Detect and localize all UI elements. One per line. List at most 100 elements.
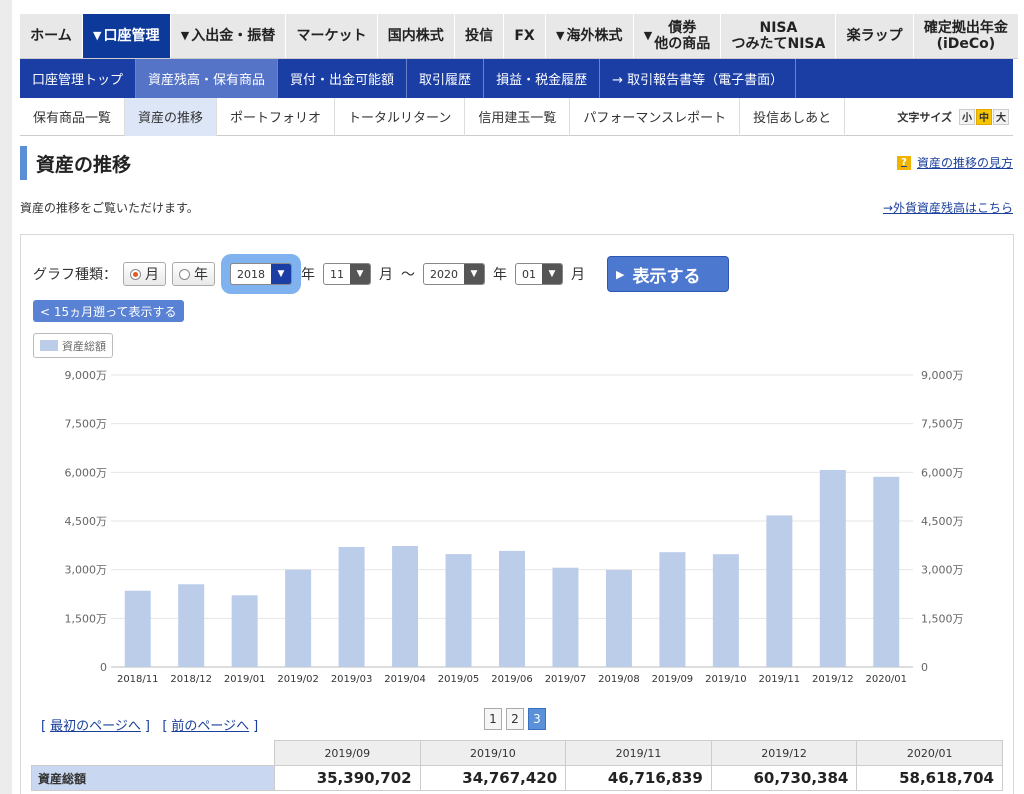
sub-nav-item-3[interactable]: 取引履歴 [407,59,485,98]
x-tick-label: 2019/11 [759,674,801,685]
main-nav-item-1[interactable]: ▼ 口座管理 [81,14,170,58]
triangle-down-icon: ▼ [93,29,102,42]
chevron-down-icon: ▼ [271,264,291,284]
chevron-down-icon: ▼ [542,264,562,284]
main-nav-item-4[interactable]: 国内株式 [376,14,454,58]
tab-6[interactable]: 投信あしあと [740,97,846,136]
show-button-label: 表示する [632,266,701,287]
x-tick-label: 2019/04 [384,674,426,685]
main-nav-item-8[interactable]: ▼ 債券 他の商品 [632,14,721,58]
y-tick-label-left: 0 [100,661,107,674]
page-description: 資産の推移をご覧いただけます。 [20,201,199,215]
main-nav-item-2[interactable]: ▼ 入出金・振替 [169,14,286,58]
help-link-label: 資産の推移の見方 [916,156,1013,170]
y-tick-label-left: 3,000万 [65,564,108,577]
to-year-unit: 年 [493,267,507,283]
tab-2[interactable]: ポートフォリオ [217,97,336,136]
first-page-link[interactable]: 最初のページへ [50,719,141,734]
main-nav-label: ホーム [30,28,72,44]
sub-nav-item-0[interactable]: 口座管理トップ [20,59,137,98]
to-month-unit: 月 [571,267,585,283]
main-nav-label: 投信 [465,28,494,44]
font-size-medium-button[interactable]: 中 [976,108,992,125]
to-year-value: 2020 [430,267,458,281]
main-nav-item-0[interactable]: ホーム [20,14,82,58]
main-nav-item-5[interactable]: 投信 [453,14,503,58]
main-nav-label: FX [514,28,535,44]
left-margin [0,0,12,794]
back-15-months-button[interactable]: < 15ヵ月遡って表示する [33,300,184,322]
show-button[interactable]: ▶ 表示する [607,256,729,292]
y-tick-label-right: 1,500万 [921,612,964,625]
table-row-label: 資産総額 [31,765,275,791]
bar-2019/05 [445,554,472,667]
bar-2019/09 [659,552,686,667]
y-tick-label-right: 9,000万 [921,369,964,382]
tab-0[interactable]: 保有商品一覧 [20,97,126,136]
bar-2019/07 [552,567,579,667]
main-nav-label: 海外株式 [566,28,623,44]
tab-bar: 保有商品一覧 資産の推移 ポートフォリオ トータルリターン 信用建玉一覧 パフォーマンスレ… [20,97,1013,136]
prev-page-link[interactable]: 前のページへ [171,719,249,734]
y-tick-label-right: 6,000万 [921,466,964,479]
main-nav-item-6[interactable]: FX [503,14,545,58]
y-tick-label-right: 0 [921,661,928,674]
y-tick-label-left: 9,000万 [65,369,108,382]
page-2-button[interactable]: 2 [506,708,524,730]
triangle-down-icon: ▼ [643,29,653,42]
page-3-button[interactable]: 3 [528,708,546,730]
sub-nav-item-1[interactable]: 資産残高・保有商品 [136,59,279,98]
chevron-down-icon: ▼ [350,264,370,284]
main-nav-label: 債券 他の商品 [654,20,711,52]
from-year-select[interactable]: 2018 ▼ [230,263,292,285]
sub-nav-item-5[interactable]: → 取引報告書等（電子書面） [600,59,797,98]
main-nav-item-10[interactable]: 楽ラップ [835,14,912,58]
sub-nav-item-2[interactable]: 買付・出金可能額 [278,59,408,98]
radio-month[interactable]: 月 [123,262,166,286]
to-month-value: 01 [522,267,536,281]
bracket-open: [ [41,719,47,734]
tab-1[interactable]: 資産の推移 [125,97,218,136]
table-column-header: 2019/12 [710,740,858,766]
foreign-currency-link[interactable]: →外貨資産残高はこちら [883,199,1013,216]
legend-label: 資産総額 [62,339,106,353]
tab-3[interactable]: トータルリターン [335,97,466,136]
bar-2019/12 [819,469,846,667]
font-size-small-button[interactable]: 小 [959,108,975,125]
font-size-large-button[interactable]: 大 [993,108,1009,125]
tab-5[interactable]: パフォーマンスレポート [570,97,741,136]
page-1-button[interactable]: 1 [484,708,502,730]
asset-table: 2019/09 2019/10 2019/11 2019/12 2020/01 資産総額 3… [31,740,1003,791]
from-year-unit: 年 [301,267,315,283]
x-tick-label: 2020/01 [865,674,907,685]
sub-nav-item-4[interactable]: 損益・税金履歴 [484,59,601,98]
table-cell: 34,767,420 [419,765,567,791]
bar-2019/02 [285,569,312,667]
x-tick-label: 2019/01 [224,674,266,685]
bar-2019/01 [231,595,258,667]
table-cell: 35,390,702 [274,765,421,791]
y-tick-label-left: 6,000万 [65,466,108,479]
main-nav-item-3[interactable]: マーケット [285,14,376,58]
from-month-select[interactable]: 11 ▼ [323,263,371,285]
font-size-control: 文字サイズ 小 中 大 [897,108,1013,125]
to-month-select[interactable]: 01 ▼ [515,263,563,285]
main-nav-item-7[interactable]: ▼ 海外株式 [544,14,633,58]
main-nav-item-11[interactable]: 確定拠出年金 (iDeCo) [912,14,1018,58]
table-header-row: 2019/09 2019/10 2019/11 2019/12 2020/01 [31,740,1003,766]
tab-4[interactable]: 信用建玉一覧 [465,97,571,136]
triangle-down-icon: ▼ [180,29,190,42]
bar-2019/10 [712,554,739,667]
y-tick-label-left: 4,500万 [65,515,108,528]
y-tick-label-right: 4,500万 [921,515,964,528]
chart-legend[interactable]: 資産総額 [33,333,113,358]
chart-controls: グラフ種類： 月 年 2018 ▼ 年 11 ▼ 月 〜 2020 ▼ 年 01 ▼ 月… [33,254,729,294]
main-nav-label: 口座管理 [103,28,160,44]
to-year-select[interactable]: 2020 ▼ [423,263,485,285]
radio-year[interactable]: 年 [172,262,215,286]
main-nav-item-9[interactable]: NISA つみたてNISA [720,14,835,58]
table-column-header: 2019/10 [419,740,567,766]
table-column-header: 2020/01 [856,740,1003,766]
asset-bar-chart: 0 0 1,500万 1,500万 3,000万 3,000万 4,500万 4,500万 6,… [65,369,964,685]
help-link[interactable]: ? 資産の推移の見方 [896,154,1013,171]
